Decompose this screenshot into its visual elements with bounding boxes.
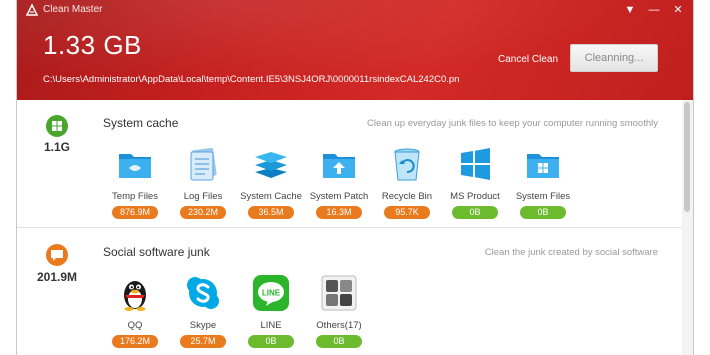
item-label: MS Product bbox=[450, 191, 500, 202]
folder-icon bbox=[119, 154, 151, 178]
category-size: 201.9M bbox=[36, 270, 78, 284]
size-badge: 16.3M bbox=[316, 206, 362, 219]
category-title: Social software junk bbox=[103, 245, 210, 259]
size-badge: 0B bbox=[248, 335, 294, 348]
size-badge: 876.9M bbox=[112, 206, 158, 219]
svg-text:LINE: LINE bbox=[262, 289, 281, 298]
section-system-cache: 1.1G System cache Clean up everyday junk… bbox=[17, 100, 682, 228]
junk-item-log-files[interactable]: Log Files 230.2M bbox=[167, 144, 239, 220]
windows-icon bbox=[46, 115, 68, 137]
item-label: System Files bbox=[515, 191, 571, 202]
item-label: QQ bbox=[127, 320, 143, 331]
size-badge: 176.2M bbox=[112, 335, 158, 348]
folder-windows-icon bbox=[527, 154, 559, 178]
skype-icon bbox=[187, 277, 219, 309]
title-bar: Clean Master ▼ — ✕ bbox=[17, 0, 693, 20]
size-badge: 0B bbox=[452, 206, 498, 219]
item-label: Recycle Bin bbox=[381, 191, 433, 202]
vertical-scrollbar[interactable] bbox=[682, 100, 693, 355]
junk-item-temp-files[interactable]: Temp Files 876.9M bbox=[99, 144, 171, 220]
line-icon: LINE bbox=[253, 275, 289, 311]
stack-icon bbox=[255, 152, 287, 178]
close-icon[interactable]: ✕ bbox=[669, 2, 687, 18]
item-label: Temp Files bbox=[112, 191, 158, 202]
size-badge: 0B bbox=[520, 206, 566, 219]
category-description: Clean the junk created by social softwar… bbox=[484, 247, 658, 258]
item-label: System Cache bbox=[240, 191, 302, 202]
item-label: System Patch bbox=[309, 191, 369, 202]
category-size: 1.1G bbox=[43, 140, 70, 154]
cleaning-status-button: Cleanning... bbox=[570, 44, 658, 72]
section-social-software: 201.9M Social software junk Clean the ju… bbox=[17, 229, 682, 355]
minimize-icon[interactable]: — bbox=[645, 2, 663, 18]
recycle-bin-icon bbox=[394, 148, 420, 181]
app-title: Clean Master bbox=[43, 4, 103, 15]
size-badge: 36.5M bbox=[248, 206, 294, 219]
qq-penguin-icon bbox=[124, 281, 146, 311]
category-description: Clean up everyday junk files to keep you… bbox=[367, 118, 658, 129]
app-logo-icon bbox=[25, 3, 39, 16]
size-badge: 95.7K bbox=[384, 206, 430, 219]
size-badge: 230.2M bbox=[180, 206, 226, 219]
item-label: Skype bbox=[189, 320, 217, 331]
clean-master-window: Clean Master ▼ — ✕ 1.33 GB C:\Users\Admi… bbox=[16, 0, 694, 355]
chat-bubble-icon bbox=[46, 244, 68, 266]
junk-item-recycle-bin[interactable]: Recycle Bin 95.7K bbox=[371, 144, 443, 220]
scrollbar-thumb[interactable] bbox=[684, 102, 690, 212]
item-label: Others(17) bbox=[316, 320, 362, 331]
junk-item-qq[interactable]: QQ 176.2M bbox=[99, 273, 171, 349]
scan-header: Clean Master ▼ — ✕ 1.33 GB C:\Users\Admi… bbox=[17, 0, 693, 100]
cancel-clean-link[interactable]: Cancel Clean bbox=[498, 54, 558, 65]
item-label: LINE bbox=[260, 320, 282, 331]
junk-item-system-files[interactable]: System Files 0B bbox=[507, 144, 579, 220]
current-scan-path: C:\Users\Administrator\AppData\Local\tem… bbox=[43, 74, 460, 85]
junk-item-others[interactable]: Others(17) 0B bbox=[303, 273, 375, 349]
menu-icon[interactable]: ▼ bbox=[621, 2, 639, 18]
folder-up-icon bbox=[323, 154, 355, 178]
size-badge: 0B bbox=[316, 335, 362, 348]
log-files-icon bbox=[190, 147, 217, 181]
junk-list: 1.1G System cache Clean up everyday junk… bbox=[17, 100, 682, 355]
junk-item-system-cache[interactable]: System Cache 36.5M bbox=[235, 144, 307, 220]
junk-item-system-patch[interactable]: System Patch 16.3M bbox=[303, 144, 375, 220]
others-grid-icon bbox=[321, 275, 357, 311]
size-badge: 25.7M bbox=[180, 335, 226, 348]
junk-item-line[interactable]: LINE LINE 0B bbox=[235, 273, 307, 349]
category-title: System cache bbox=[103, 116, 179, 130]
item-label: Log Files bbox=[183, 191, 223, 202]
junk-item-ms-product[interactable]: MS Product 0B bbox=[439, 144, 511, 220]
total-junk-size: 1.33 GB bbox=[43, 30, 142, 60]
windows-logo-icon bbox=[461, 148, 490, 180]
junk-item-skype[interactable]: Skype 25.7M bbox=[167, 273, 239, 349]
